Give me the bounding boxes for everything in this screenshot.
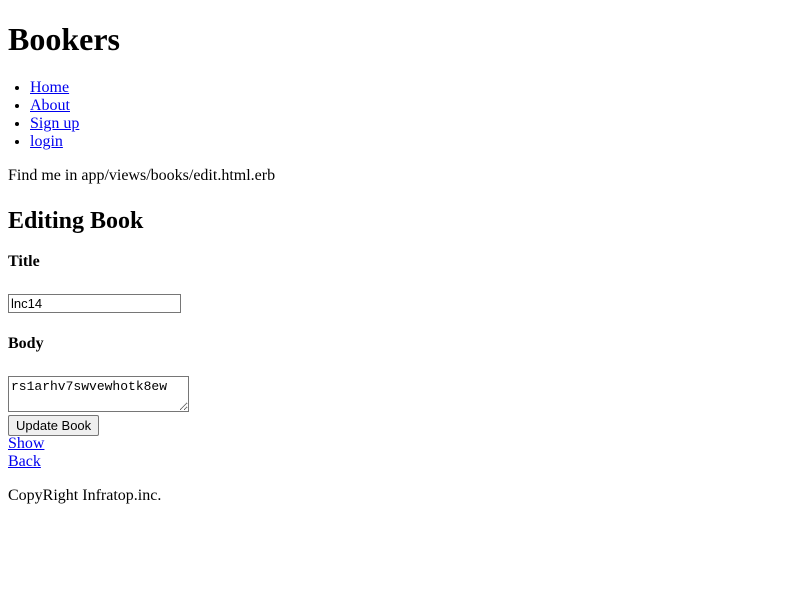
nav-link-home[interactable]: Home: [30, 79, 69, 96]
nav-link-about[interactable]: About: [30, 97, 70, 114]
title-label: Title: [8, 253, 40, 270]
site-title: Bookers: [8, 21, 120, 57]
nav-item-login: login: [30, 133, 79, 151]
back-link[interactable]: Back: [8, 453, 41, 471]
body-label: Body: [8, 335, 44, 352]
title-input[interactable]: [8, 294, 181, 313]
body-textarea[interactable]: rs1arhv7swvewhotk8ew: [8, 376, 189, 412]
nav-item-about: About: [30, 97, 79, 115]
footer-copyright: CopyRight Infratop.inc.: [8, 487, 162, 504]
find-me-text: Find me in app/views/books/edit.html.erb: [8, 167, 276, 184]
main-nav: Home About Sign up login: [8, 79, 79, 151]
show-link[interactable]: Show: [8, 435, 44, 453]
nav-item-home: Home: [30, 79, 79, 97]
page-heading: Editing Book: [8, 208, 144, 234]
update-book-button[interactable]: Update Book: [8, 415, 100, 436]
nav-link-sign-up[interactable]: Sign up: [30, 115, 79, 132]
nav-link-login[interactable]: login: [30, 133, 63, 150]
nav-item-sign-up: Sign up: [30, 115, 79, 133]
